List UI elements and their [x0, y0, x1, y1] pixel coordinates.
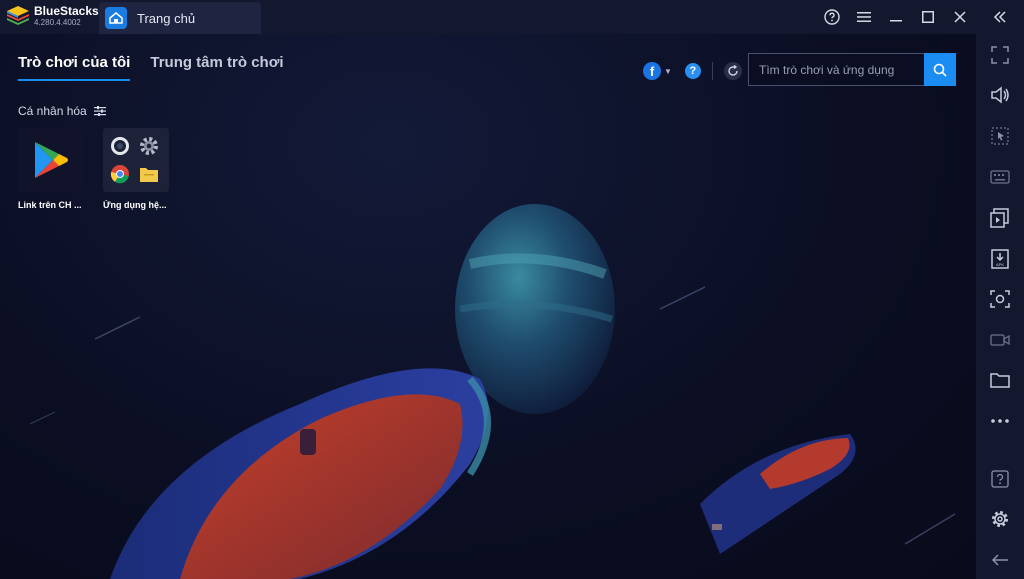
background-artwork — [29, 204, 956, 579]
top-tools: f ▼ ? — [643, 62, 742, 80]
main-nav-tabs: Trò chơi của tôi Trung tâm trò chơi — [18, 54, 304, 81]
search-bar — [748, 53, 956, 86]
app-tile-system-apps[interactable]: Ứng dụng hệ... — [103, 128, 169, 210]
expand-fullscreen-icon[interactable] — [976, 40, 1024, 70]
volume-icon[interactable] — [976, 80, 1024, 110]
search-icon — [933, 63, 947, 77]
tab-label: Trang chủ — [137, 10, 196, 26]
main-area: Trò chơi của tôi Trung tâm trò chơi f ▼ … — [0, 34, 976, 579]
collapse-sidebar-icon[interactable] — [976, 0, 1024, 34]
app-label: Ứng dụng hệ... — [103, 200, 167, 210]
facebook-icon[interactable]: f — [643, 62, 661, 80]
divider — [711, 62, 713, 80]
apk-install-icon[interactable]: APK — [976, 244, 1024, 274]
section-title: Cá nhân hóa — [18, 104, 87, 118]
multi-instance-icon[interactable] — [976, 203, 1024, 233]
folder-icon[interactable] — [976, 365, 1024, 395]
more-icon[interactable] — [976, 406, 1024, 436]
system-apps-folder-icon — [103, 128, 169, 192]
personalize-section: Cá nhân hóa — [18, 104, 106, 118]
app-tile-play-store[interactable]: Link trên CH ... — [18, 128, 84, 210]
search-button[interactable] — [924, 53, 956, 86]
menu-icon[interactable] — [848, 0, 880, 34]
close-icon[interactable] — [944, 0, 976, 34]
right-sidebar: APK — [976, 34, 1024, 579]
help-icon[interactable]: ? — [684, 63, 701, 79]
back-arrow-icon[interactable] — [976, 545, 1024, 575]
chrome-icon — [109, 163, 131, 185]
title-bar: BlueStacks 4.280.4.4002 Trang chủ — [0, 0, 1024, 34]
keyboard-icon[interactable] — [976, 162, 1024, 192]
app-name: BlueStacks — [34, 4, 99, 18]
settings-icon[interactable] — [976, 504, 1024, 534]
brand: BlueStacks 4.280.4.4002 — [6, 5, 99, 27]
google-play-icon — [18, 128, 84, 192]
file-manager-icon — [138, 163, 160, 185]
app-version: 4.280.4.4002 — [34, 18, 81, 27]
tab-home[interactable]: Trang chủ — [99, 2, 261, 34]
maximize-icon[interactable] — [912, 0, 944, 34]
gear-icon — [138, 135, 160, 157]
help-icon[interactable] — [976, 464, 1024, 494]
app-label: Link trên CH ... — [18, 200, 82, 210]
bluestacks-logo-icon — [7, 6, 29, 25]
camera-icon — [109, 135, 131, 157]
window-controls — [816, 0, 1024, 34]
app-grid: Link trên CH ... Ứng dụng hệ... — [18, 128, 188, 210]
search-input[interactable] — [748, 53, 924, 86]
home-icon — [105, 7, 127, 29]
minimize-icon[interactable] — [880, 0, 912, 34]
help-circle-icon[interactable] — [816, 0, 848, 34]
chevron-down-icon[interactable]: ▼ — [664, 67, 672, 76]
tune-icon[interactable] — [93, 106, 106, 116]
refresh-icon[interactable] — [723, 62, 742, 80]
cursor-lock-icon[interactable] — [976, 121, 1024, 151]
record-video-icon[interactable] — [976, 325, 1024, 355]
tab-game-center[interactable]: Trung tâm trò chơi — [150, 54, 283, 81]
svg-text:APK: APK — [996, 262, 1004, 267]
screenshot-icon[interactable] — [976, 284, 1024, 314]
tab-my-games[interactable]: Trò chơi của tôi — [18, 54, 131, 81]
